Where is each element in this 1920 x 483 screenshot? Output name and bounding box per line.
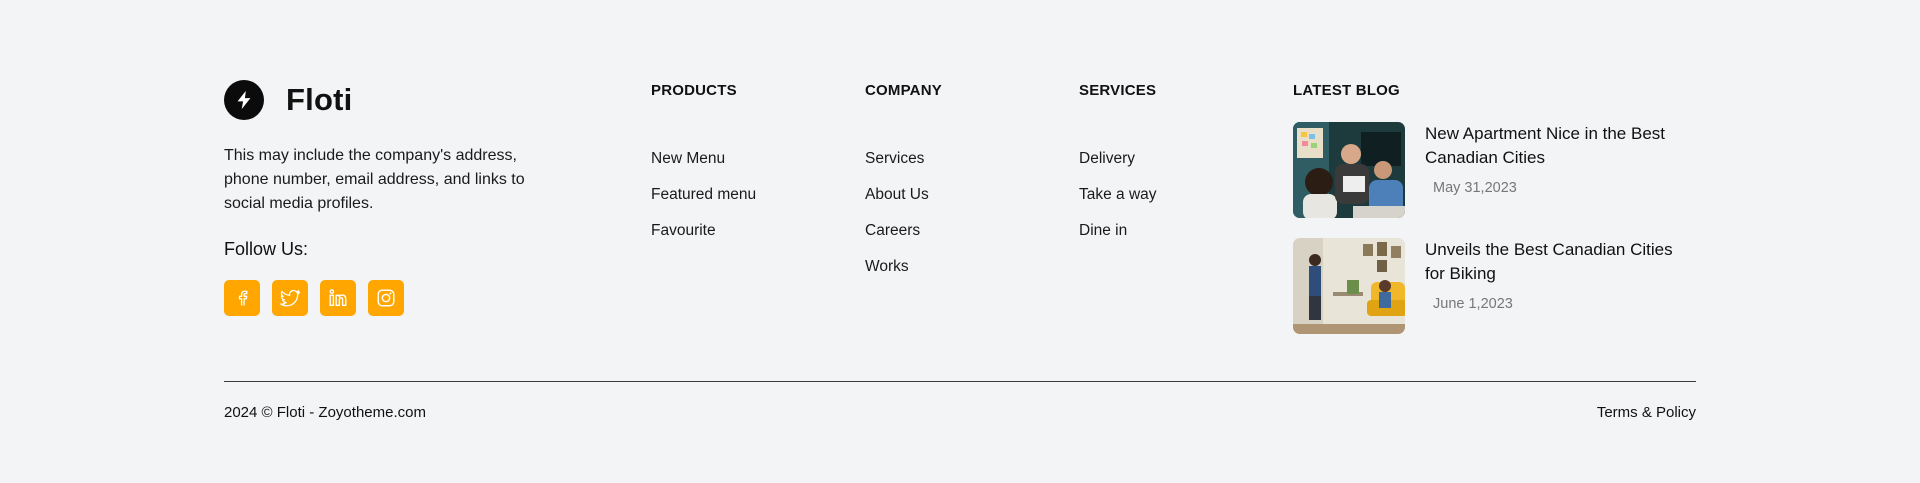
lightning-bolt-icon <box>224 80 264 120</box>
facebook-link[interactable] <box>224 280 260 316</box>
linkedin-icon <box>329 289 347 307</box>
products-list: New Menu Featured menu Favourite <box>651 149 756 241</box>
terms-policy-link[interactable]: Terms & Policy <box>1597 404 1696 421</box>
latest-blog-title: LATEST BLOG <box>1293 82 1400 99</box>
facebook-icon <box>238 290 248 306</box>
follow-us-title: Follow Us: <box>224 239 309 259</box>
brand-name: Floti <box>286 82 353 117</box>
products-link[interactable]: Favourite <box>651 221 756 241</box>
blog-post-thumbnail[interactable] <box>1293 238 1405 334</box>
instagram-icon <box>377 289 395 307</box>
company-link[interactable]: Careers <box>865 221 942 241</box>
company-list: Services About Us Careers Works <box>865 149 942 277</box>
blog-post-body: Unveils the Best Canadian Cities for Bik… <box>1425 238 1695 334</box>
footer-divider <box>224 381 1696 382</box>
blog-post-date: June 1,2023 <box>1433 296 1513 312</box>
brand-description: This may include the company's address, … <box>224 147 525 212</box>
blog-post-title[interactable]: Unveils the Best Canadian Cities for Bik… <box>1425 238 1695 286</box>
social-links <box>224 280 404 316</box>
twitter-icon <box>280 289 301 307</box>
company-title: COMPANY <box>865 82 942 99</box>
blog-post-title[interactable]: New Apartment Nice in the Best Canadian … <box>1425 122 1695 170</box>
services-link[interactable]: Take a way <box>1079 185 1157 205</box>
latest-blog: LATEST BLOG New Apartment Nice in the Be… <box>1293 82 1673 334</box>
linkedin-link[interactable] <box>320 280 356 316</box>
office-meeting-image <box>1293 122 1405 218</box>
services-column: SERVICES Delivery Take a way Dine in <box>1079 82 1157 257</box>
blog-post: Unveils the Best Canadian Cities for Bik… <box>1293 238 1713 334</box>
services-link[interactable]: Dine in <box>1079 221 1157 241</box>
blog-post-body: New Apartment Nice in the Best Canadian … <box>1425 122 1695 218</box>
brand[interactable]: Floti <box>224 80 352 120</box>
products-column: PRODUCTS New Menu Featured menu Favourit… <box>651 82 756 257</box>
products-link[interactable]: Featured menu <box>651 185 756 205</box>
living-room-image <box>1293 238 1405 334</box>
copyright-text: 2024 © Floti - Zoyotheme.com <box>224 404 426 421</box>
services-link[interactable]: Delivery <box>1079 149 1157 169</box>
company-column: COMPANY Services About Us Careers Works <box>865 82 942 293</box>
products-title: PRODUCTS <box>651 82 737 99</box>
blog-post-date: May 31,2023 <box>1433 180 1517 196</box>
company-link[interactable]: About Us <box>865 185 942 205</box>
company-link[interactable]: Services <box>865 149 942 169</box>
products-link[interactable]: New Menu <box>651 149 756 169</box>
blog-post: New Apartment Nice in the Best Canadian … <box>1293 122 1713 218</box>
services-title: SERVICES <box>1079 82 1157 99</box>
instagram-link[interactable] <box>368 280 404 316</box>
twitter-link[interactable] <box>272 280 308 316</box>
blog-post-thumbnail[interactable] <box>1293 122 1405 218</box>
site-footer: Floti This may include the company's add… <box>0 0 1920 483</box>
services-list: Delivery Take a way Dine in <box>1079 149 1157 241</box>
company-link[interactable]: Works <box>865 257 942 277</box>
